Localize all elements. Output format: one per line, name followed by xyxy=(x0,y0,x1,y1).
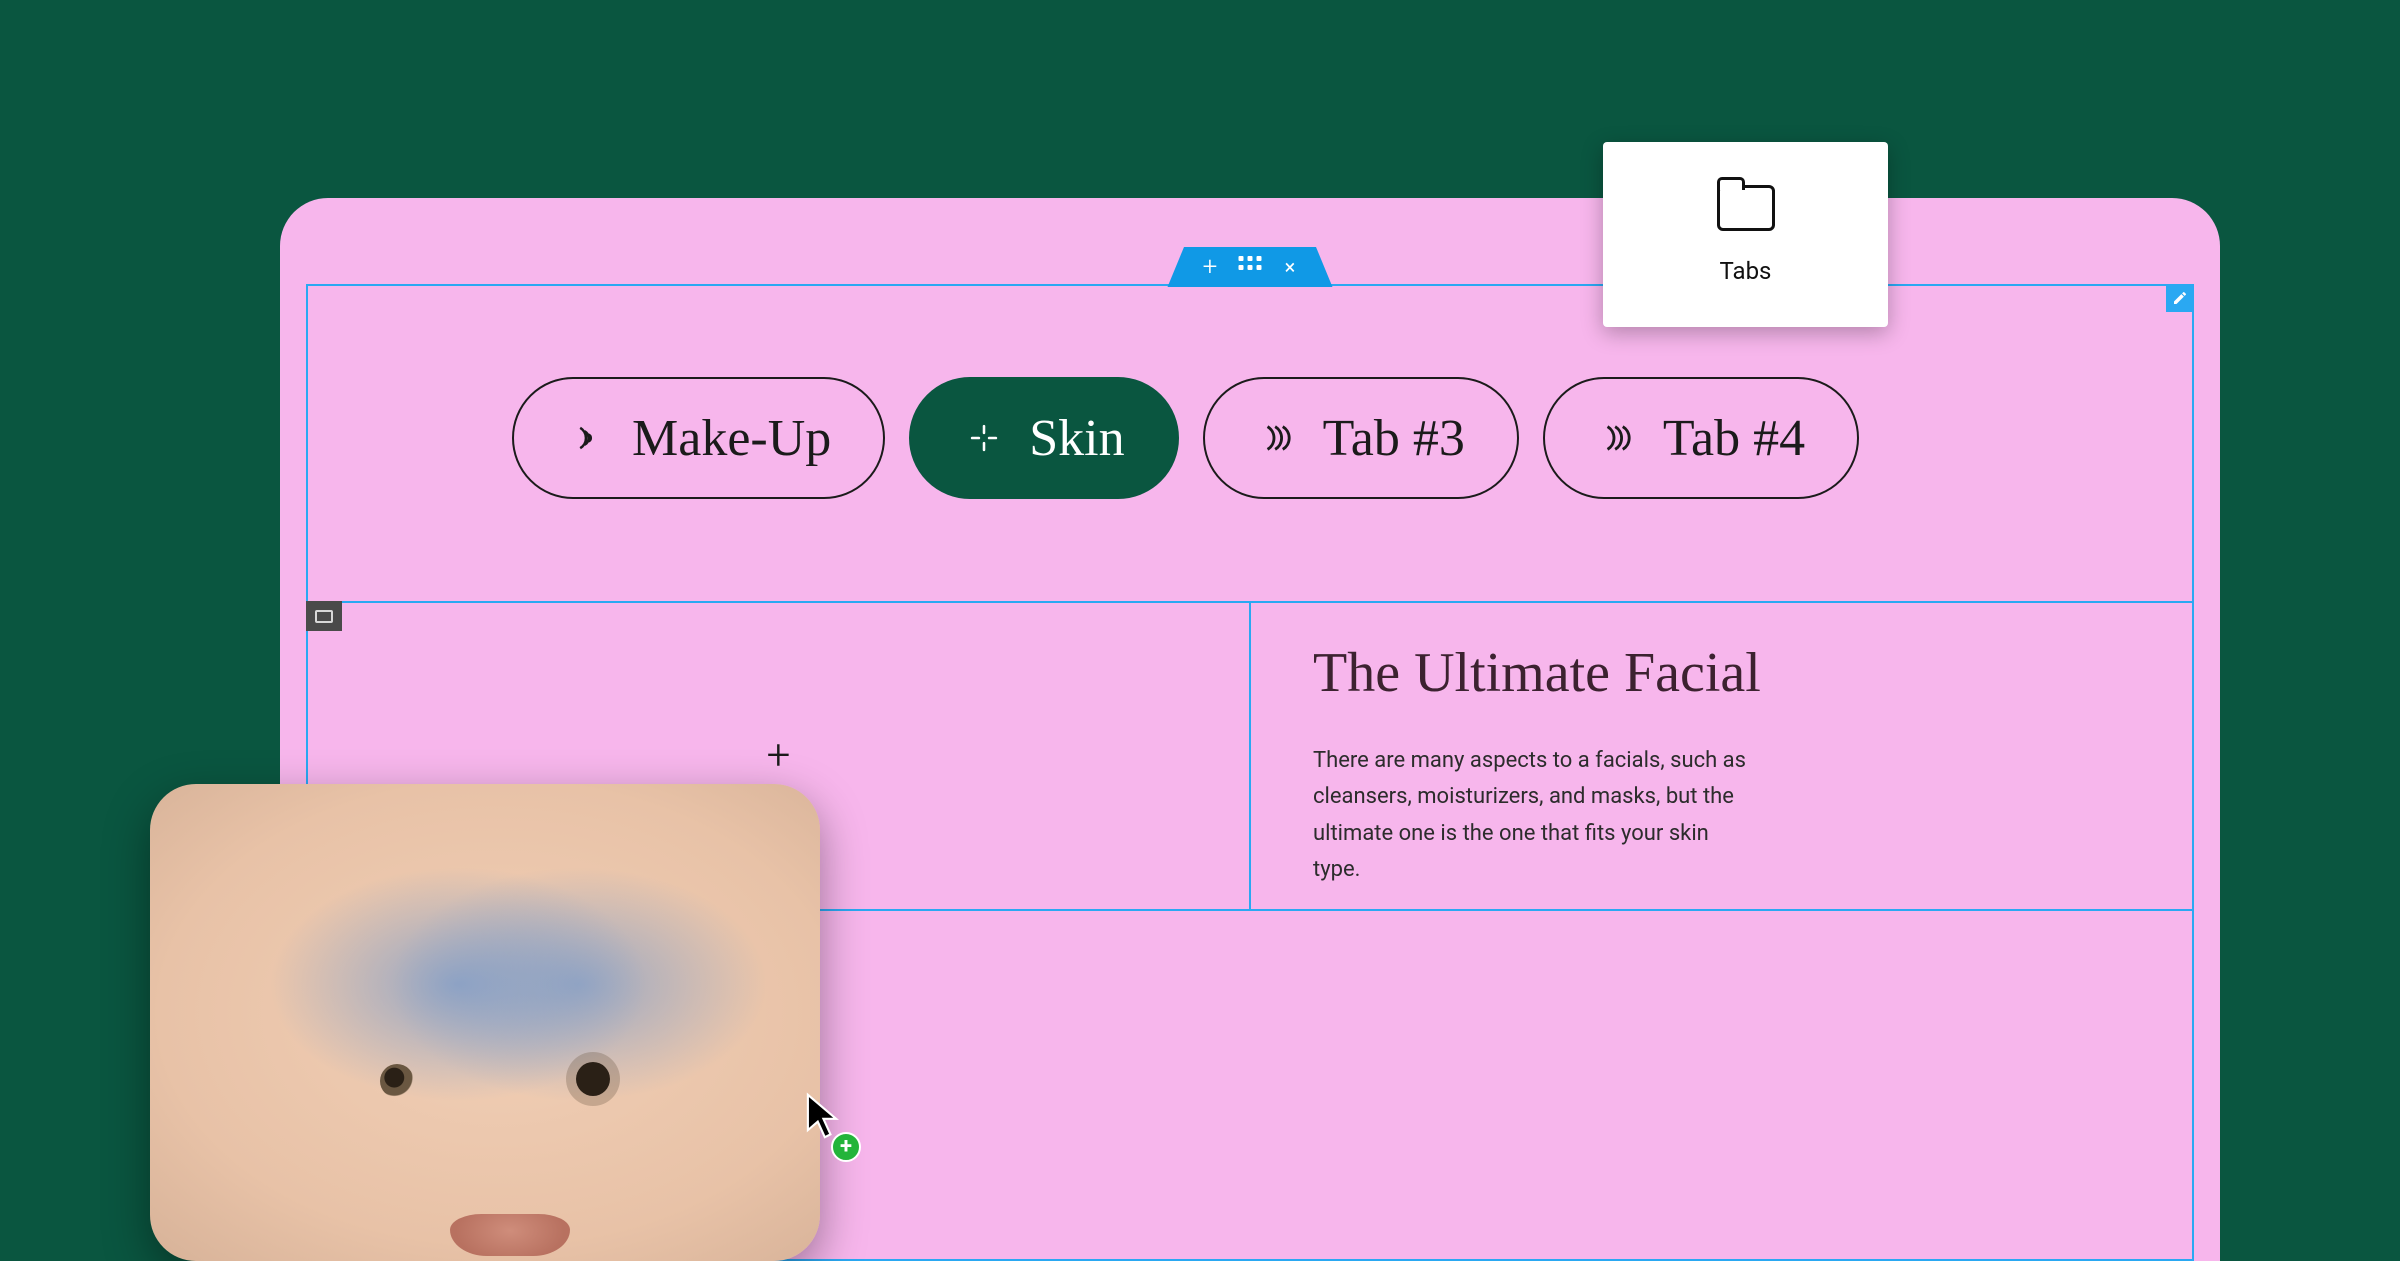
dragged-image[interactable] xyxy=(150,784,820,1261)
edit-section-button[interactable] xyxy=(2166,284,2194,312)
tab-label: Skin xyxy=(1029,409,1124,468)
tab-label: Tab #4 xyxy=(1663,409,1805,468)
sparkle-icon xyxy=(963,417,1005,459)
inserter-label: Tabs xyxy=(1720,257,1772,285)
drag-handle-icon[interactable] xyxy=(1239,256,1261,278)
block-inserter-tabs[interactable]: Tabs xyxy=(1603,142,1888,327)
delete-section-icon[interactable]: × xyxy=(1279,256,1301,278)
tab-3[interactable]: Tab #3 xyxy=(1203,377,1519,499)
tab-label: Make-Up xyxy=(632,409,831,468)
add-section-icon[interactable]: + xyxy=(1199,256,1221,278)
waves-icon xyxy=(1257,417,1299,459)
waves-icon xyxy=(1597,417,1639,459)
tabs-row: Make-Up Skin Tab #3 Tab #4 xyxy=(512,377,1859,499)
add-widget-button[interactable]: + xyxy=(767,735,791,777)
ripple-icon xyxy=(566,417,608,459)
tab-4[interactable]: Tab #4 xyxy=(1543,377,1859,499)
column-handle[interactable] xyxy=(306,601,342,631)
rectangle-icon xyxy=(315,610,333,623)
tab-skin[interactable]: Skin xyxy=(909,377,1178,499)
tabs-icon xyxy=(1717,185,1775,231)
article-body[interactable]: There are many aspects to a facials, suc… xyxy=(1313,743,1753,888)
article: The Ultimate Facial There are many aspec… xyxy=(1313,641,2112,888)
pencil-icon xyxy=(2172,290,2188,306)
section-toolbar[interactable]: + × xyxy=(1168,247,1333,287)
column-right[interactable]: The Ultimate Facial There are many aspec… xyxy=(1249,603,2192,909)
article-heading[interactable]: The Ultimate Facial xyxy=(1313,641,2112,705)
tab-label: Tab #3 xyxy=(1323,409,1465,468)
tab-makeup[interactable]: Make-Up xyxy=(512,377,885,499)
